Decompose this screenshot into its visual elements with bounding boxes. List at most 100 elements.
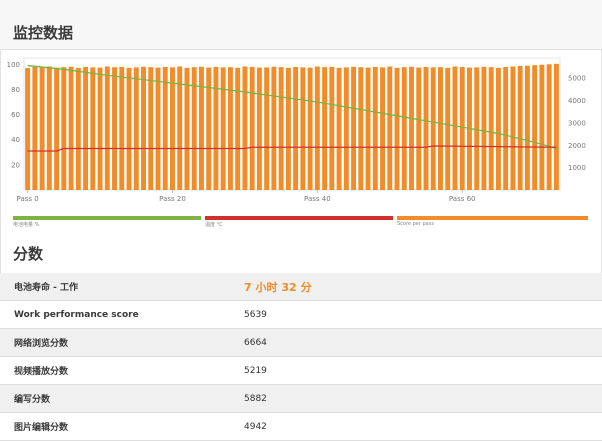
chart-bar [452,66,458,190]
chart-bar [351,66,357,190]
chart-bar [206,67,212,190]
chart-right-tick-label: 1000 [568,164,586,172]
chart-left-tick-label: 80 [11,86,20,94]
header-bar [0,0,602,50]
score-value: 7 小时 32 分 [244,273,602,301]
score-label: 编写分数 [0,384,244,413]
chart-bar [532,65,538,190]
chart-bar [459,66,465,190]
scores-title: 分数 [13,245,44,263]
chart-bar [445,67,451,190]
score-label: 电池寿命 - 工作 [0,273,244,301]
chart-bar [503,66,509,190]
chart-bar [220,67,226,190]
chart-bar [271,66,277,190]
chart-left-tick-label: 20 [11,161,20,169]
chart-left-tick-label: 40 [11,136,20,144]
chart-bar [438,67,443,190]
score-label: 视频播放分数 [0,356,244,385]
chart-bar [141,66,146,190]
scores-table: 电池寿命 - 工作 7 小时 32 分 Work performance sco… [0,273,602,441]
chart-bar [112,67,118,190]
chart-bar [336,67,342,190]
chart-bar [90,67,96,190]
legend-battery-bar[interactable] [13,216,201,220]
score-value: 4942 [244,412,602,441]
chart-bar [372,66,378,190]
table-row: 视频播放分数 5219 [0,356,602,385]
page-title: 监控数据 [13,24,74,42]
chart-bar [416,67,422,190]
chart-right-tick-label: 4000 [568,97,586,105]
table-row: 编写分数 5882 [0,384,602,413]
score-label: 网络浏览分数 [0,328,244,357]
chart-bar [213,66,219,190]
legend-score-label: Score per pass [397,221,434,227]
chart-bar [329,66,335,190]
chart-bar [488,67,494,190]
chart-bar [481,66,487,190]
chart-right-tick-label: 5000 [568,75,586,83]
chart-left-tick-label: 60 [11,111,20,119]
chart-bar [264,67,270,190]
chart-bar [119,66,125,190]
chart-bar [249,66,255,190]
chart-bar [322,67,328,190]
chart-bar [365,67,371,190]
score-label: Work performance score [0,300,244,329]
chart-bar [177,66,183,190]
chart-bar [358,67,364,190]
chart-right-tick-label: 3000 [568,119,586,127]
legend-temperature-bar[interactable] [205,216,393,220]
chart-bar [61,67,67,190]
chart-bar [184,67,190,190]
chart-x-tick-label: Pass 0 [17,195,39,203]
chart-bar [25,68,31,190]
chart-left-tick-label: 100 [7,61,20,69]
chart-bar [293,66,299,190]
chart-x-tick-label: Pass 60 [449,195,476,203]
chart-bar [380,67,386,190]
chart-bar [394,67,400,190]
chart-bar [227,67,233,190]
table-row: 网络浏览分数 6664 [0,328,602,357]
chart-bar [104,66,110,190]
chart-bar [75,67,81,190]
chart-bar [401,67,407,190]
chart-bar [97,67,103,190]
chart-bar [307,67,313,190]
chart-bar [314,66,320,190]
legend-score-bar[interactable] [397,216,588,220]
chart-plot-area [23,57,561,191]
chart-bar [423,66,429,190]
chart-bar [235,67,241,190]
chart-svg: 20 40 60 80 100 1000 2000 3000 4000 5000 Pass 0 Pas… [7,57,586,203]
monitoring-chart: 20 40 60 80 100 1000 2000 3000 4000 5000 Pass 0 Pas… [0,52,602,220]
chart-bar [32,66,38,190]
chart-bar [155,67,161,190]
chart-bar [126,67,132,190]
chart-bar [148,67,154,190]
chart-bar [343,67,349,190]
score-value: 5639 [244,300,602,329]
chart-bar [198,66,204,190]
chart-bar [300,67,306,190]
score-value: 5219 [244,356,602,385]
chart-bar [495,67,501,190]
chart-bar [83,66,89,190]
chart-bar [133,67,139,190]
chart-bar [54,67,60,190]
chart-bar [539,64,545,190]
chart-bar [510,66,516,190]
chart-bar [430,67,436,190]
chart-bar [39,67,45,190]
chart-bar [553,63,559,190]
table-row: 电池寿命 - 工作 7 小时 32 分 [0,273,602,301]
chart-bar [285,67,291,190]
chart-bar [278,67,284,190]
chart-x-tick-label: Pass 40 [304,195,331,203]
chart-bar [162,66,168,190]
chart-bar [46,66,52,190]
legend-battery-label: 电池电量 % [13,222,40,228]
score-value: 6664 [244,328,602,357]
